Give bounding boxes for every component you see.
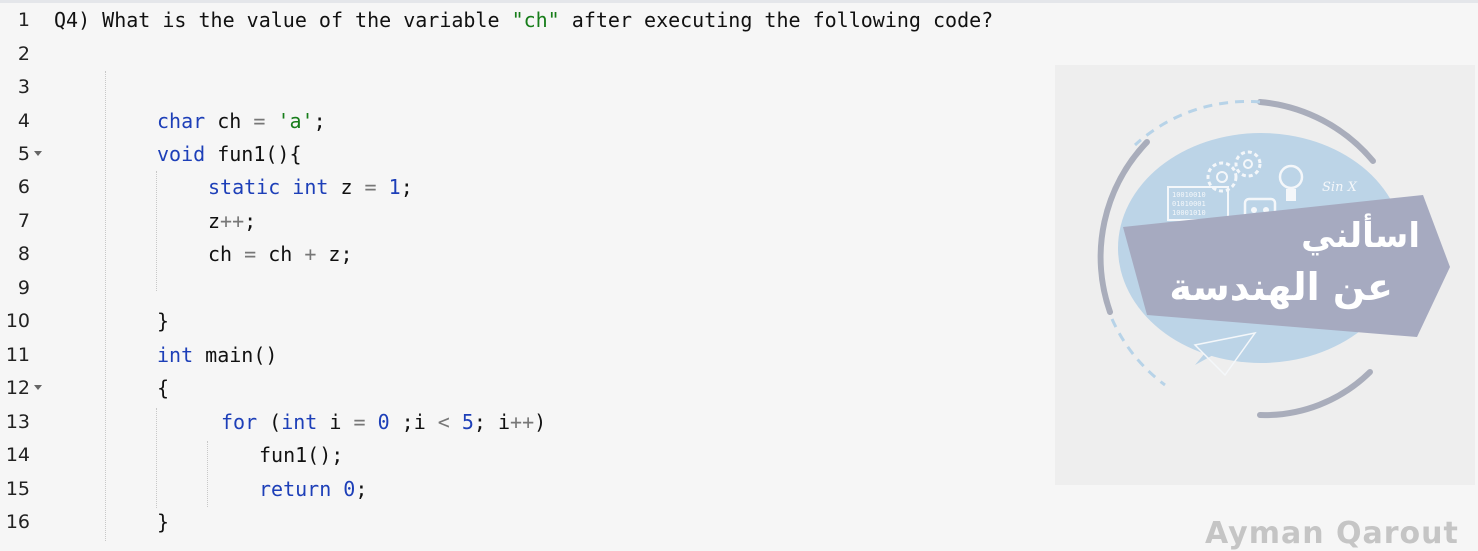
watermark-author: Ayman Qarout bbox=[1205, 516, 1459, 551]
question-text: Q4) What is the value of the variable "c… bbox=[54, 3, 993, 37]
line-number: 3 bbox=[17, 76, 30, 98]
code-text: z++; bbox=[208, 209, 257, 233]
fold-arrow-icon[interactable] bbox=[34, 151, 42, 156]
question-variable: "ch" bbox=[511, 8, 560, 32]
question-suffix: after executing the following code? bbox=[559, 8, 994, 32]
line-number: 7 bbox=[17, 210, 30, 232]
code-text: fun1(); bbox=[259, 443, 344, 467]
code-text: void fun1(){ bbox=[157, 142, 302, 166]
line-number: 16 bbox=[5, 511, 30, 533]
code-text: return 0; bbox=[259, 477, 368, 501]
code-text: int main() bbox=[157, 343, 278, 367]
logo-bits-3: 10001010 bbox=[1172, 209, 1206, 217]
line-number: 13 bbox=[5, 411, 30, 433]
line-number: 12 bbox=[5, 377, 30, 399]
fold-arrow-icon[interactable] bbox=[34, 385, 42, 390]
code-line-1: 1 Q4) What is the value of the variable … bbox=[0, 3, 1478, 37]
logo-bits-2: 01010001 bbox=[1172, 200, 1206, 208]
line-number: 2 bbox=[17, 43, 30, 65]
watermark-logo: 10010010 01010001 10001010 Sin X اسألني … bbox=[1055, 65, 1475, 485]
code-text: } bbox=[157, 510, 170, 534]
line-number: 5 bbox=[17, 143, 30, 165]
logo-title-line-1: اسألني bbox=[1301, 213, 1420, 256]
logo-title-line-2: عن الهندسة bbox=[1169, 265, 1393, 309]
line-number: 14 bbox=[5, 444, 30, 466]
line-number: 1 bbox=[17, 9, 30, 31]
code-text: ch = ch + z; bbox=[208, 242, 353, 266]
code-text: } bbox=[157, 309, 170, 333]
code-text: char ch = 'a'; bbox=[157, 109, 326, 133]
line-number: 8 bbox=[17, 243, 30, 265]
line-number: 4 bbox=[17, 110, 30, 132]
line-number: 10 bbox=[5, 310, 30, 332]
code-text: static int z = 1; bbox=[208, 175, 413, 199]
logo-bits-1: 10010010 bbox=[1172, 191, 1206, 199]
line-number: 9 bbox=[17, 277, 30, 299]
code-text: for (int i = 0 ;i < 5; i++) bbox=[221, 410, 547, 434]
logo-graphic: 10010010 01010001 10001010 Sin X اسألني … bbox=[1097, 99, 1450, 419]
logo-sinx: Sin X bbox=[1322, 180, 1358, 195]
code-text: { bbox=[157, 376, 170, 400]
question-prefix: Q4) What is the value of the variable bbox=[54, 8, 512, 32]
line-number: 6 bbox=[17, 176, 30, 198]
line-number: 15 bbox=[5, 478, 30, 500]
line-number: 11 bbox=[5, 344, 30, 366]
